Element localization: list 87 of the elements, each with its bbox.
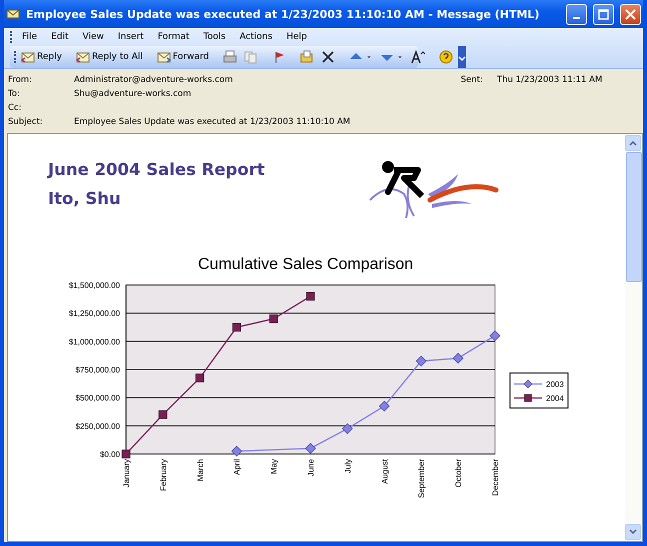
- field-label: Subject:: [8, 117, 44, 127]
- data-point: [452, 352, 464, 364]
- reply-all-button[interactable]: Reply to All: [74, 49, 145, 65]
- maximize-button[interactable]: [593, 4, 614, 24]
- chevron-down-icon: [458, 54, 466, 62]
- minimize-icon: [573, 16, 580, 18]
- field-label: To:: [8, 89, 21, 99]
- chart-title: Cumulative Sales Comparison: [198, 256, 414, 274]
- field-label: Sent:: [460, 75, 484, 85]
- legend-label: 2003: [546, 380, 564, 389]
- data-point: [269, 314, 278, 324]
- delete-icon: [320, 50, 335, 64]
- data-point: [416, 356, 427, 366]
- scroll-up-button[interactable]: [625, 135, 641, 151]
- x-axis-label: September: [417, 459, 426, 498]
- scroll-thumb[interactable]: [626, 152, 642, 282]
- data-point: [196, 374, 204, 382]
- menu-item[interactable]: File: [16, 32, 44, 42]
- scrollbar[interactable]: [625, 134, 642, 541]
- close-icon: [625, 8, 636, 20]
- legend-marker: [514, 394, 542, 402]
- toolbar-options-button[interactable]: [458, 46, 466, 68]
- reply-button[interactable]: Reply: [19, 49, 64, 65]
- data-point: [231, 446, 242, 457]
- chevron-down-icon: [629, 529, 637, 535]
- x-axis-label: January: [122, 459, 131, 488]
- envelope-icon: [76, 50, 90, 64]
- font-size-icon: [410, 50, 425, 64]
- menu-item[interactable]: Edit: [45, 32, 74, 42]
- x-axis-label: March: [196, 459, 205, 482]
- menu-item[interactable]: View: [76, 32, 110, 42]
- copy-icon: [244, 50, 258, 64]
- employee-name: Ito, Shu: [48, 189, 122, 208]
- x-axis-label: May: [270, 459, 279, 474]
- data-point: [490, 330, 500, 342]
- x-axis-label: April: [232, 459, 242, 476]
- field-label: Cc:: [8, 103, 22, 113]
- menu-item[interactable]: Tools: [197, 32, 232, 42]
- data-point: [158, 410, 168, 419]
- y-axis-label: $1,000,000.00: [68, 337, 120, 346]
- printer-icon: [222, 50, 237, 64]
- envelope-icon: [21, 50, 35, 64]
- menu-item[interactable]: Insert: [112, 32, 150, 42]
- envelope-icon: [6, 7, 20, 21]
- data-point: [306, 292, 315, 301]
- data-point: [342, 423, 353, 434]
- y-axis-label: $1,250,000.00: [68, 309, 120, 318]
- data-point: [305, 442, 316, 454]
- x-axis-label: July: [343, 459, 352, 474]
- y-axis-label: $1,500,000.00: [68, 281, 120, 290]
- x-axis-label: October: [454, 459, 464, 488]
- y-axis-label: $250,000.00: [76, 422, 120, 431]
- help-button[interactable]: [436, 49, 455, 65]
- x-axis-label: August: [380, 459, 390, 484]
- x-axis-label: June: [306, 459, 316, 476]
- font-size-button[interactable]: [408, 49, 427, 65]
- menu-item[interactable]: Actions: [234, 32, 278, 42]
- sent-date: Thu 1/23/2003 11:11 AM: [497, 75, 604, 85]
- y-axis-label: $500,000.00: [76, 394, 120, 403]
- data-point: [122, 450, 130, 458]
- maximize-icon: [598, 8, 609, 20]
- y-axis-label: $0.00: [100, 450, 120, 459]
- help-icon: [438, 50, 453, 64]
- window-title: Employee Sales Update was executed at 1/23/2003 11:10:10 AM - Message (HTML): [26, 8, 540, 20]
- report-title: June 2004 Sales Report: [48, 160, 266, 179]
- legend-marker: [514, 380, 542, 388]
- subject-text: Employee Sales Update was executed at 1/23/2003 11:10:10 AM: [74, 117, 352, 127]
- folder-icon: [300, 50, 314, 64]
- menu-item[interactable]: Help: [280, 32, 313, 42]
- envelope-icon: [156, 50, 171, 64]
- recipient-address: Shu@adventure-works.com: [74, 89, 192, 99]
- scroll-down-button[interactable]: [625, 524, 641, 540]
- sender-address: Administrator@adventure-works.com: [74, 75, 234, 85]
- data-point: [232, 322, 241, 332]
- close-button[interactable]: [620, 4, 641, 24]
- chevron-up-icon: [629, 140, 637, 146]
- forward-button[interactable]: Forward: [154, 49, 211, 65]
- x-axis-label: December: [491, 459, 500, 496]
- y-axis-label: $750,000.00: [76, 366, 120, 374]
- print-button[interactable]: [220, 49, 239, 65]
- field-label: From:: [8, 75, 33, 85]
- x-axis-label: February: [158, 459, 168, 492]
- legend-label: 2004: [546, 394, 564, 403]
- menu-item[interactable]: Format: [152, 32, 196, 42]
- minimize-button[interactable]: [566, 4, 587, 24]
- legend: [510, 372, 568, 408]
- data-point: [378, 400, 390, 412]
